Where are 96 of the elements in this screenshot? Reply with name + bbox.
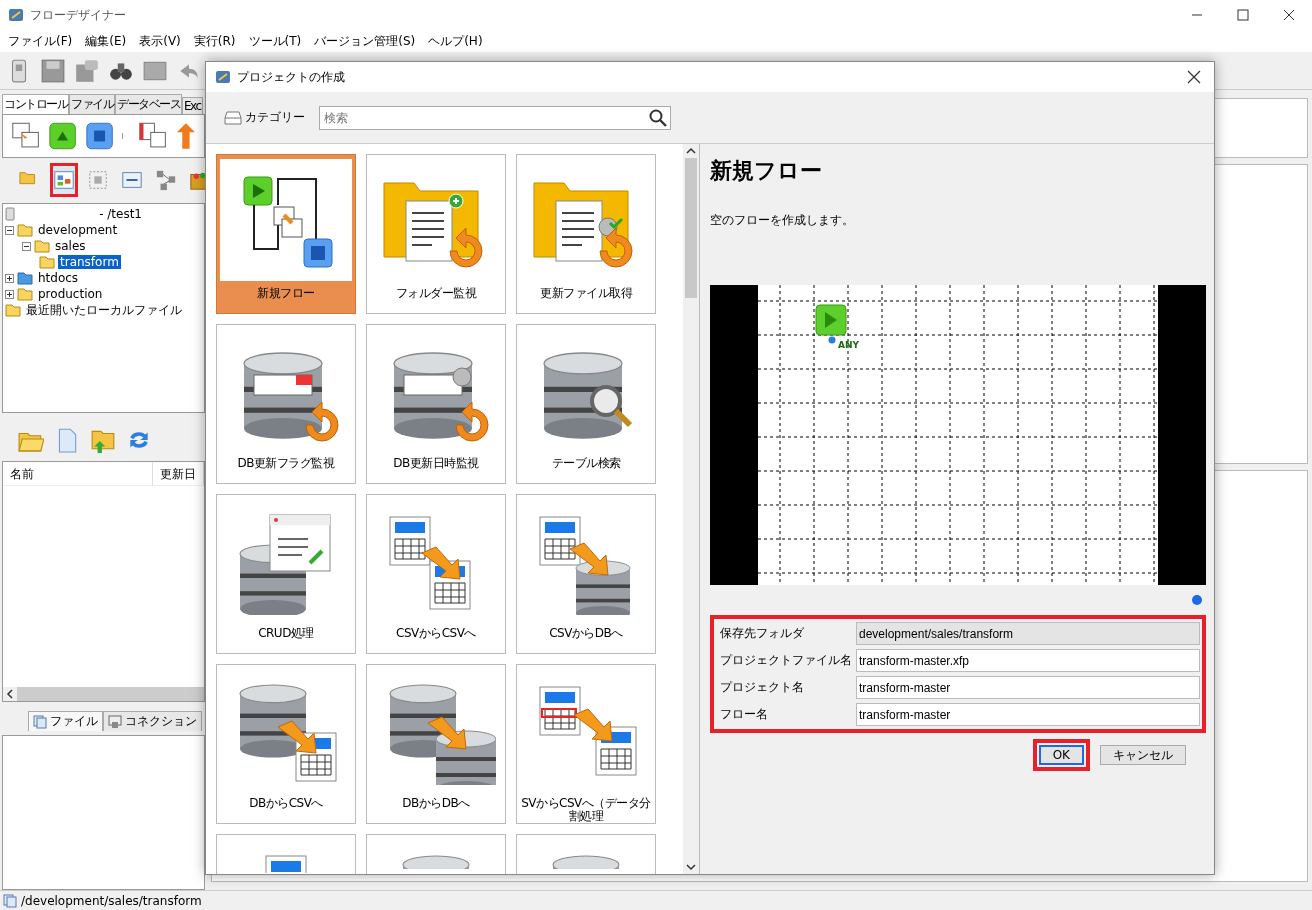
column-header[interactable]: 名前 <box>3 461 153 485</box>
port-label: ANY <box>838 340 859 350</box>
panel-tab[interactable]: データベース <box>115 94 182 114</box>
database-icon <box>552 855 620 869</box>
template-label: フォルダー監視 <box>395 287 477 300</box>
status-text: /development/sales/transform <box>21 893 202 908</box>
port-dot <box>828 336 836 344</box>
tree-item[interactable]: development <box>36 223 120 238</box>
template-label: テーブル検索 <box>551 457 621 470</box>
template-card[interactable]: DBからDBへ <box>366 664 506 824</box>
page-dot[interactable] <box>1192 595 1202 605</box>
folder-icon <box>17 222 33 239</box>
column-header[interactable]: 更新日 <box>153 461 204 485</box>
field-label: フロー名 <box>720 706 769 723</box>
dialog-title: プロジェクトの作成 <box>237 68 345 86</box>
menu-item[interactable]: ツール(T) <box>244 32 306 50</box>
category-button[interactable]: カテゴリー <box>224 109 305 126</box>
menu-item[interactable]: バージョン管理(S) <box>310 32 420 50</box>
search-field[interactable]: 検索 <box>319 105 671 130</box>
menu-item[interactable]: ファイル(F) <box>4 32 77 50</box>
tree-root-label: - /test1 <box>99 207 142 222</box>
tree-item[interactable]: htdocs <box>36 271 81 286</box>
detail-description: 空のフローを作成します。 <box>710 212 855 229</box>
template-card[interactable]: フォルダー監視 <box>366 154 506 314</box>
text-field[interactable]: transform-master.xfp <box>856 649 1200 672</box>
panel-tab[interactable]: コントロール <box>2 94 69 114</box>
database-icon <box>402 855 470 869</box>
collapse-icon[interactable] <box>5 225 14 235</box>
template-label: 更新ファイル取得 <box>540 287 632 300</box>
plug-icon <box>108 714 122 729</box>
expand-icon[interactable] <box>5 273 14 283</box>
template-card[interactable]: DB更新フラグ監視 <box>216 324 356 484</box>
tree-item[interactable]: 最近開いたローカルファイル <box>24 301 184 319</box>
panel-tab[interactable]: ファイル <box>69 94 115 114</box>
template-card[interactable]: CSVからDBへ <box>516 494 656 654</box>
template-label: CSVからCSVへ <box>396 627 476 640</box>
app-icon <box>215 69 231 85</box>
field-label: 保存先フォルダ <box>720 625 805 642</box>
floppy-disk-icon[interactable] <box>74 57 100 84</box>
field-label: プロジェクト名 <box>720 679 805 696</box>
folder-icon <box>17 286 33 303</box>
text-field[interactable]: development/sales/transform <box>856 622 1200 645</box>
template-card[interactable]: テーブル検索 <box>516 324 656 484</box>
tray-icon <box>224 110 242 125</box>
template-label: SVからCSVへ（データ分割処理 <box>520 797 652 823</box>
field-label: プロジェクトファイル名 <box>720 652 853 669</box>
ok-button[interactable]: OK <box>1038 745 1084 765</box>
template-card[interactable]: DBからCSVへ <box>216 664 356 824</box>
template-label: CRUD処理 <box>258 627 314 640</box>
template-label: DBからCSVへ <box>249 797 323 810</box>
panel-tab[interactable]: ファイル <box>28 711 103 732</box>
node-graph-icon <box>155 169 177 192</box>
documents-icon <box>3 893 17 908</box>
panel-tab[interactable]: コネクション <box>103 711 202 732</box>
window-title: フローデザイナー <box>30 6 126 24</box>
documents-icon <box>33 714 47 729</box>
device-icon <box>5 207 15 222</box>
search-icon[interactable] <box>649 108 667 127</box>
template-card[interactable]: DB更新日時監視 <box>366 324 506 484</box>
dashed-box-icon <box>87 169 109 192</box>
tree-item[interactable]: production <box>36 287 105 302</box>
menu-item[interactable]: 編集(E) <box>81 32 131 50</box>
collapse-icon[interactable] <box>22 241 31 251</box>
expand-icon[interactable] <box>5 289 14 299</box>
template-label: CSVからDBへ <box>549 627 623 640</box>
text-field[interactable]: transform-master <box>856 703 1200 726</box>
start-node-icon <box>815 304 847 336</box>
menu-item[interactable]: 実行(R) <box>189 32 240 50</box>
detail-title: 新規フロー <box>710 157 823 185</box>
scroll-thumb[interactable] <box>685 158 697 298</box>
menu-item[interactable]: ヘルプ(H) <box>424 32 487 50</box>
panel-tab[interactable]: Exc <box>182 97 203 114</box>
horizontal-scrollbar[interactable] <box>3 686 204 701</box>
template-label: DBからDBへ <box>402 797 470 810</box>
menu-item[interactable]: 表示(V) <box>135 32 185 50</box>
template-card[interactable]: 新規フロー <box>216 154 356 314</box>
folder-icon <box>39 254 55 271</box>
template-card[interactable]: 更新ファイル取得 <box>516 154 656 314</box>
template-card[interactable]: SVからCSVへ（データ分割処理 <box>516 664 656 824</box>
folder-icon <box>17 270 33 287</box>
app-icon <box>8 7 24 23</box>
text-field[interactable]: transform-master <box>856 676 1200 699</box>
template-card[interactable]: CRUD処理 <box>216 494 356 654</box>
scroll-left-icon[interactable] <box>3 686 17 701</box>
tree-item[interactable]: sales <box>53 239 88 254</box>
template-label: DB更新フラグ監視 <box>237 457 335 470</box>
template-label: 新規フロー <box>257 287 315 300</box>
toolbar-button[interactable] <box>50 163 78 198</box>
template-card[interactable]: CSVからCSVへ <box>366 494 506 654</box>
template-label: DB更新日時監視 <box>393 457 479 470</box>
window-icon <box>53 169 75 192</box>
folder-icon <box>5 302 21 319</box>
vertical-scrollbar[interactable] <box>683 144 699 874</box>
folder-icon <box>34 238 50 255</box>
cancel-button[interactable]: キャンセル <box>1100 745 1186 765</box>
tree-item[interactable]: transform <box>58 255 121 270</box>
